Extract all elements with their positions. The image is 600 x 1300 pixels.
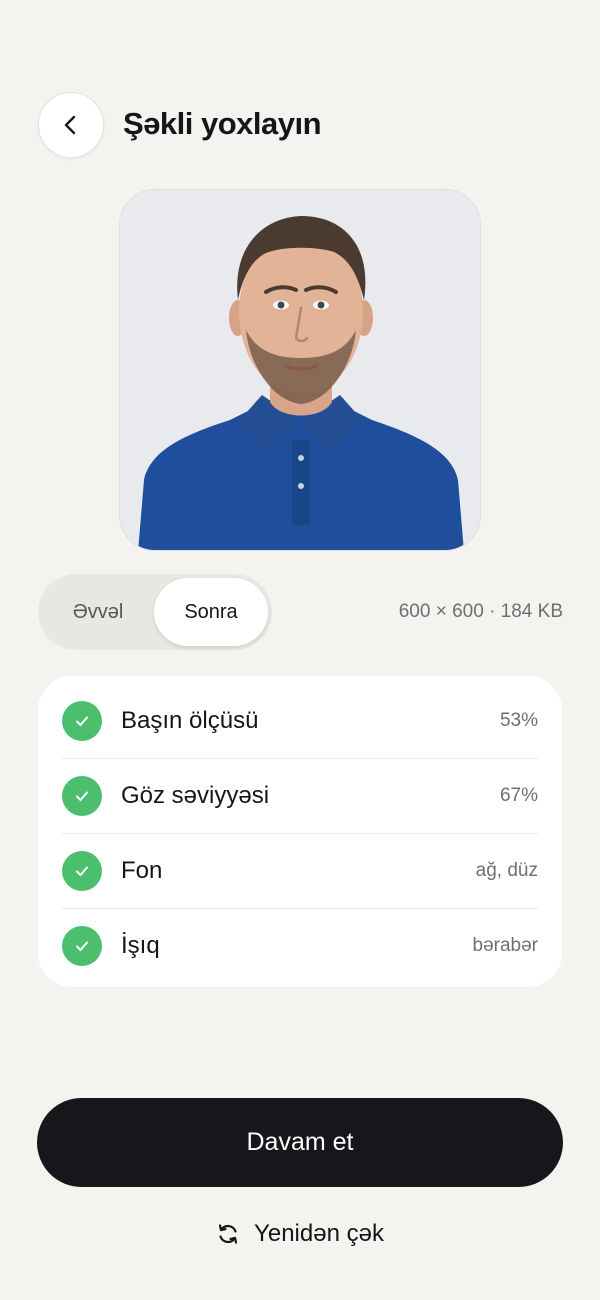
check-row-background: Fon ağ, düz bbox=[62, 834, 538, 909]
check-row-head-size: Başın ölçüsü 53% bbox=[62, 684, 538, 759]
toggle-option-after[interactable]: Sonra bbox=[154, 578, 268, 646]
check-label: Fon bbox=[121, 857, 163, 884]
check-label: Başın ölçüsü bbox=[121, 707, 259, 734]
chevron-left-icon bbox=[60, 114, 82, 136]
check-icon bbox=[62, 851, 102, 891]
check-row-lighting: İşıq bərabər bbox=[62, 909, 538, 983]
check-icon bbox=[62, 926, 102, 966]
toggle-option-before[interactable]: Əvvəl bbox=[42, 578, 154, 646]
back-button[interactable] bbox=[38, 92, 104, 158]
retake-label: Yenidən çək bbox=[254, 1220, 384, 1247]
check-value: ağ, düz bbox=[475, 860, 538, 881]
page-title: Şəkli yoxlayın bbox=[123, 106, 322, 141]
check-value: bərabər bbox=[472, 935, 539, 956]
check-label: Göz səviyyəsi bbox=[121, 782, 270, 809]
portrait-image bbox=[120, 190, 480, 550]
check-icon bbox=[62, 776, 102, 816]
photo-preview bbox=[119, 189, 481, 551]
before-after-toggle: Əvvəl Sonra bbox=[38, 574, 272, 650]
retake-button[interactable]: Yenidən çək bbox=[0, 1214, 600, 1254]
check-label: İşıq bbox=[121, 932, 160, 959]
file-info: 600 × 600 · 184 KB bbox=[398, 601, 563, 622]
continue-button[interactable]: Davam et bbox=[37, 1098, 563, 1187]
checks-card: Başın ölçüsü 53% Göz səviyyəsi 67% Fon a… bbox=[38, 676, 562, 987]
check-value: 53% bbox=[499, 710, 538, 731]
check-value: 67% bbox=[499, 785, 538, 806]
refresh-icon bbox=[216, 1222, 240, 1246]
check-icon bbox=[62, 701, 102, 741]
check-row-eye-level: Göz səviyyəsi 67% bbox=[62, 759, 538, 834]
